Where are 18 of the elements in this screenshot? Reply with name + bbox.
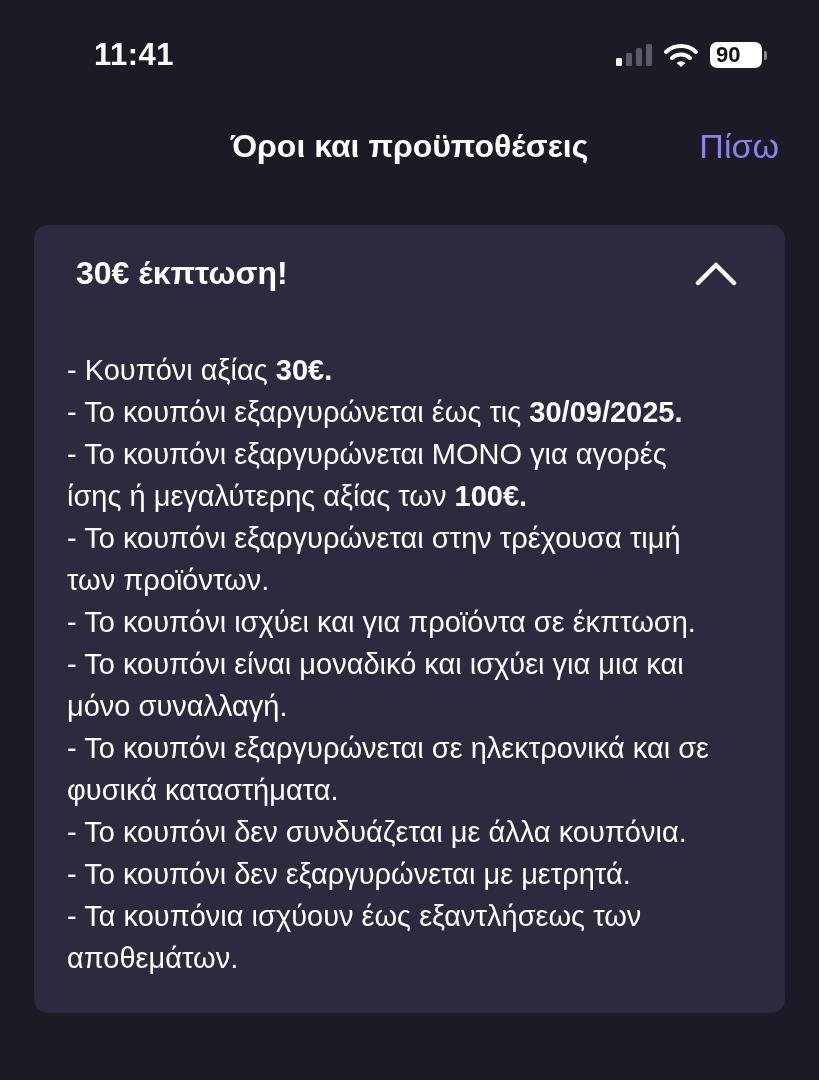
- page-title: Όροι και προϋποθέσεις: [230, 127, 589, 165]
- term-text: - Το κουπόνι είναι μοναδικό και ισχύει για μια και μόνο συναλλαγή.: [67, 647, 685, 724]
- chevron-up-icon[interactable]: [695, 260, 737, 286]
- term-text: - Τα κουπόνια ισχύουν έως εξαντλήσεως των αποθεμάτων.: [67, 899, 643, 976]
- term-text: - Το κουπόνι εξαργυρώνεται έως τις 30/09/2025.: [67, 395, 684, 430]
- term-text: - Το κουπόνι εξαργυρώνεται στην τρέχουσα τιμή των προϊόντων.: [67, 521, 682, 598]
- term-text: - Κουπόνι αξίας 30€.: [67, 353, 334, 388]
- term-text: - Το κουπόνι ισχύει και για προϊόντα σε έκπτωση.: [67, 605, 697, 640]
- status-time: 11:41: [94, 37, 175, 73]
- accordion-title: 30€ έκπτωση!: [76, 254, 288, 292]
- battery-level: 90: [710, 42, 762, 68]
- term-text: - Το κουπόνι δεν εξαργυρώνεται με μετρητά.: [67, 857, 632, 892]
- back-link[interactable]: Πίσω: [699, 126, 779, 166]
- term-text: - Το κουπόνι εξαργυρώνεται σε ηλεκτρονικά και σε φυσικά καταστήματα.: [67, 731, 710, 808]
- wifi-icon: [664, 43, 698, 67]
- signal-icon: [616, 44, 652, 66]
- term-text: - Το κουπόνι εξαργυρώνεται ΜΟΝΟ για αγορές ίσης ή μεγαλύτερης αξίας των 100€.: [67, 437, 668, 514]
- term-text: - Το κουπόνι δεν συνδυάζεται με άλλα κουπόνια.: [67, 815, 688, 850]
